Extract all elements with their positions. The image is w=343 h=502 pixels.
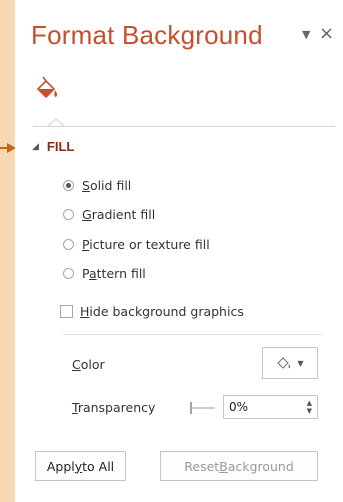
spin-down-icon[interactable]: ▼ [307, 408, 312, 415]
checkbox-icon[interactable] [60, 305, 73, 318]
transparency-spinner[interactable]: 0% ▲ ▼ [223, 395, 318, 419]
paint-bucket-icon [277, 357, 291, 369]
radio-picture-fill[interactable]: Picture or texture fill [63, 237, 210, 252]
header-divider [33, 126, 335, 127]
section-title: FILL [46, 139, 75, 154]
radio-selected-icon[interactable] [63, 180, 74, 191]
pane-title: Format Background [31, 20, 263, 50]
radio-icon[interactable] [63, 268, 74, 279]
transparency-value[interactable]: 0% [229, 400, 248, 414]
radio-pattern-fill[interactable]: Pattern fill [63, 266, 146, 281]
color-label: Color [72, 357, 105, 372]
radio-icon[interactable] [63, 209, 74, 220]
spin-up-icon[interactable]: ▲ [307, 400, 312, 407]
collapse-triangle-icon: ◢ [32, 141, 39, 152]
color-picker-button[interactable]: ▼ [262, 347, 318, 379]
close-icon[interactable]: × [319, 23, 334, 44]
transparency-slider[interactable] [189, 402, 217, 414]
checkbox-label: Hide background graphics [80, 304, 244, 319]
radio-label: Picture or texture fill [82, 237, 210, 252]
radio-label: Solid fill [82, 178, 132, 193]
section-divider [63, 334, 323, 335]
format-background-pane: Format Background ▼ × ◢ FILL Solid fill … [15, 0, 343, 502]
paint-bucket-icon[interactable] [33, 76, 61, 102]
radio-gradient-fill[interactable]: Gradient fill [63, 207, 155, 222]
hide-background-graphics-checkbox[interactable]: Hide background graphics [60, 304, 244, 319]
reset-background-button[interactable]: Reset Background [160, 451, 318, 481]
dropdown-arrow-icon: ▼ [297, 358, 304, 368]
transparency-label: Transparency [72, 400, 156, 415]
fill-section-header[interactable]: ◢ FILL [32, 139, 74, 154]
radio-label: Pattern fill [82, 266, 146, 281]
radio-solid-fill[interactable]: Solid fill [63, 178, 131, 193]
apply-to-all-button[interactable]: Appl y to All [35, 451, 126, 481]
radio-icon[interactable] [63, 239, 74, 250]
pane-options-arrow[interactable]: ▼ [302, 28, 310, 41]
radio-label: Gradient fill [82, 207, 156, 222]
